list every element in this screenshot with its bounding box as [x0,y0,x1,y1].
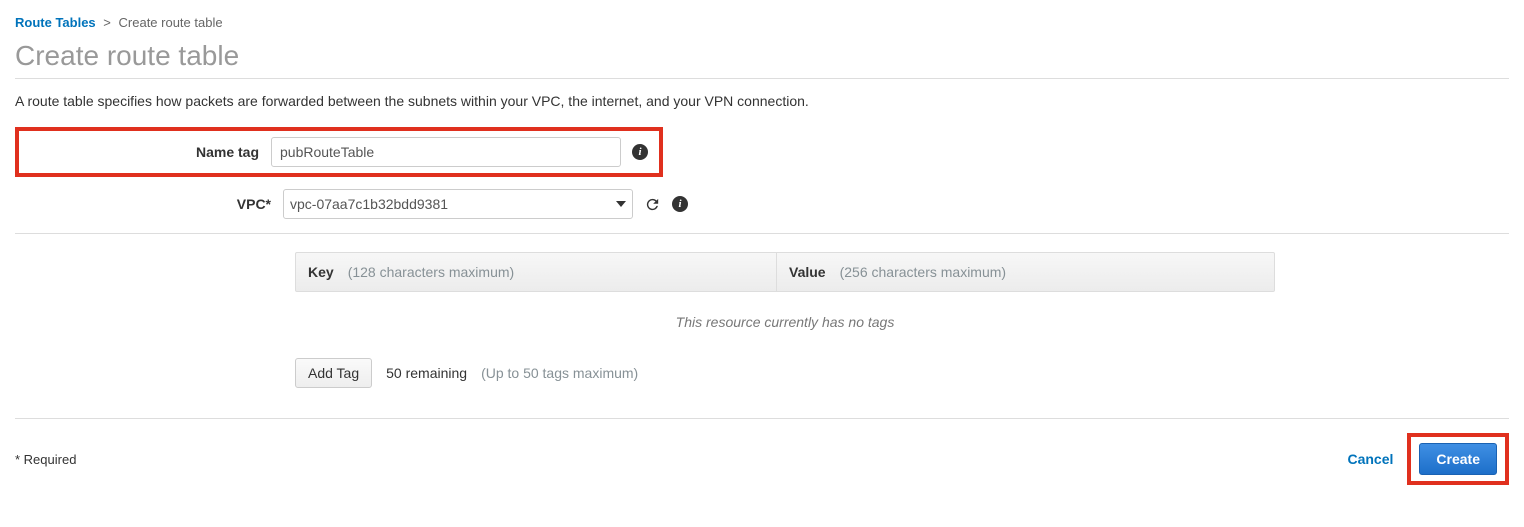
no-tags-text: This resource currently has no tags [295,314,1275,330]
create-highlight: Create [1407,433,1509,485]
chevron-down-icon [616,201,626,207]
tags-key-header: Key [308,264,334,280]
title-divider [15,78,1509,79]
tags-header: Key (128 characters maximum) Value (256 … [295,252,1275,292]
refresh-icon[interactable] [643,195,661,213]
page-description: A route table specifies how packets are … [15,93,1509,109]
tags-key-hint: (128 characters maximum) [348,264,515,280]
breadcrumb: Route Tables > Create route table [15,15,1509,30]
vpc-row: VPC* vpc-07aa7c1b32bdd9381 i [15,189,1509,219]
tags-value-hint: (256 characters maximum) [840,264,1007,280]
vpc-select-value: vpc-07aa7c1b32bdd9381 [290,196,448,212]
page-title: Create route table [15,40,1509,72]
breadcrumb-parent-link[interactable]: Route Tables [15,15,96,30]
name-tag-label: Name tag [29,144,271,160]
tags-area: Key (128 characters maximum) Value (256 … [295,252,1275,388]
tags-header-value-col: Value (256 characters maximum) [776,253,1274,291]
tags-max-hint: (Up to 50 tags maximum) [481,365,638,381]
footer-row: * Required Cancel Create [15,433,1509,485]
breadcrumb-current: Create route table [119,15,223,30]
name-tag-input[interactable] [271,137,621,167]
tags-value-header: Value [789,264,826,280]
add-tag-row: Add Tag 50 remaining (Up to 50 tags maxi… [295,358,1275,388]
vpc-select[interactable]: vpc-07aa7c1b32bdd9381 [283,189,633,219]
vpc-label: VPC* [15,196,283,212]
breadcrumb-separator: > [103,15,111,30]
add-tag-button[interactable]: Add Tag [295,358,372,388]
required-note: * Required [15,452,76,467]
cancel-button[interactable]: Cancel [1337,445,1403,473]
info-icon[interactable]: i [631,143,649,161]
tags-remaining: 50 remaining [386,365,467,381]
info-icon[interactable]: i [671,195,689,213]
tags-header-key-col: Key (128 characters maximum) [296,264,776,280]
name-tag-highlight: Name tag i [15,127,663,177]
create-button[interactable]: Create [1419,443,1497,475]
footer-actions: Cancel Create [1337,433,1509,485]
footer-divider [15,418,1509,419]
section-divider [15,233,1509,234]
